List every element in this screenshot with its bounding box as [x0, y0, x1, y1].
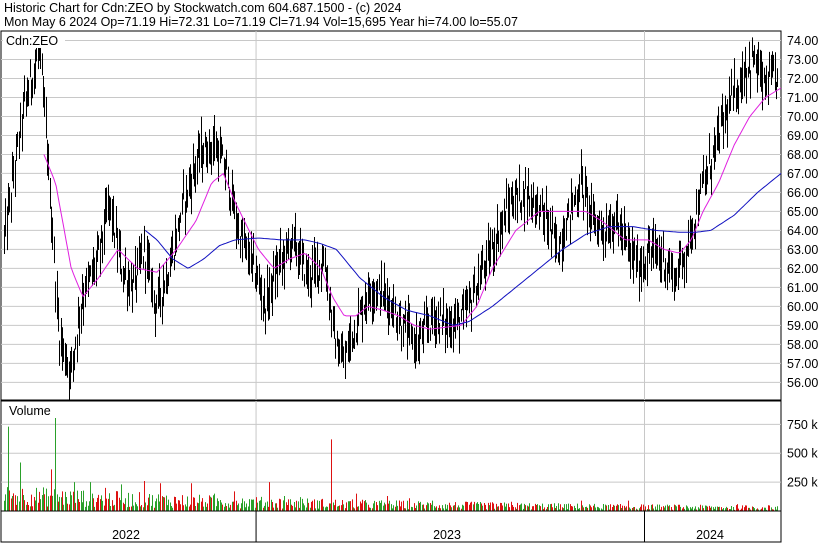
price-tick-label: 73.00 — [787, 53, 818, 67]
year-tick-label: 2022 — [112, 528, 140, 542]
price-tick-label: 64.00 — [787, 224, 818, 238]
price-tick-label: 63.00 — [787, 243, 818, 257]
price-tick-label: 70.00 — [787, 110, 818, 124]
price-tick-label: 62.00 — [787, 262, 818, 276]
time-axis: 2022 2023 2024 — [0, 510, 782, 543]
volume-tick-label: 750 k — [787, 418, 818, 432]
year-tick-label: 2024 — [696, 528, 724, 542]
price-tick-label: 57.00 — [787, 357, 818, 371]
volume-tick-label: 250 k — [787, 476, 818, 490]
price-axis: 74.00 73.00 72.00 71.00 70.00 69.00 68.00 67.00… — [787, 34, 818, 390]
price-tick-label: 74.00 — [787, 34, 818, 48]
price-tick-label: 68.00 — [787, 148, 818, 162]
stock-chart: Cdn:ZEO 74.00 73.00 72.00 71.00 70.00 69.00 68… — [0, 30, 818, 543]
price-panel-title: Cdn:ZEO — [6, 34, 58, 48]
price-tick-label: 66.00 — [787, 186, 818, 200]
year-tick-label: 2023 — [433, 528, 461, 542]
price-tick-label: 59.00 — [787, 319, 818, 333]
price-tick-label: 65.00 — [787, 205, 818, 219]
price-tick-label: 69.00 — [787, 129, 818, 143]
price-tick-label: 56.00 — [787, 376, 818, 390]
price-tick-label: 58.00 — [787, 338, 818, 352]
price-tick-label: 67.00 — [787, 167, 818, 181]
volume-axis: 750 k 500 k 250 k — [787, 418, 818, 490]
price-tick-label: 71.00 — [787, 91, 818, 105]
volume-panel: Volume 750 k 500 k 250 k — [0, 400, 818, 512]
volume-panel-title: Volume — [9, 404, 51, 418]
price-tick-label: 72.00 — [787, 72, 818, 86]
price-tick-label: 61.00 — [787, 281, 818, 295]
volume-tick-label: 500 k — [787, 447, 818, 461]
price-tick-label: 60.00 — [787, 300, 818, 314]
price-panel: Cdn:ZEO 74.00 73.00 72.00 71.00 70.00 69.00 68… — [0, 30, 818, 401]
